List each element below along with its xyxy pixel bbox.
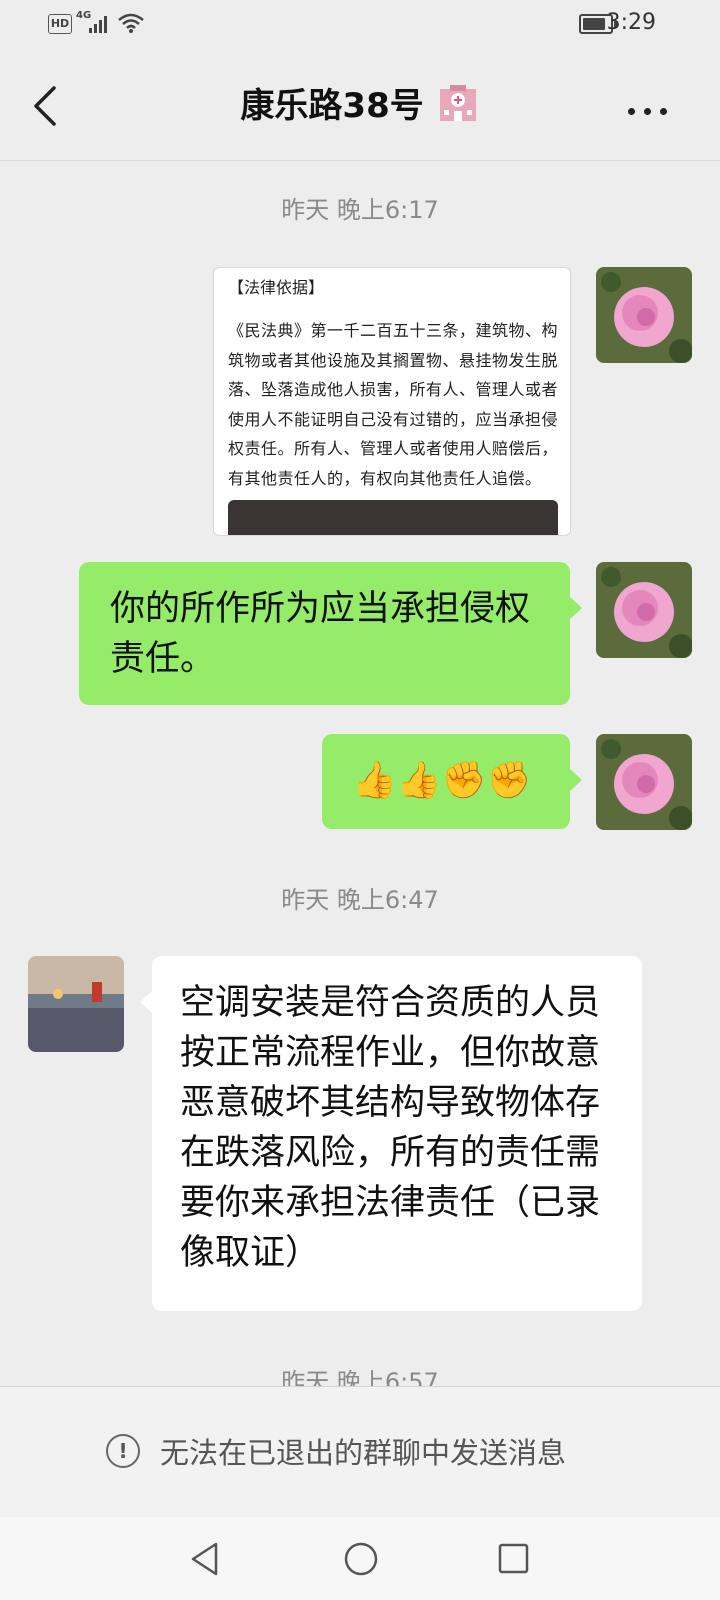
chat-title-text: 康乐路38号 [240,86,424,126]
header-divider [0,160,720,161]
rose-avatar-image [596,562,692,658]
rose-avatar-image [596,734,692,830]
doc-video-strip [228,500,558,535]
system-nav-bar [0,1517,720,1600]
avatar[interactable] [596,562,692,658]
timestamp: 昨天 晚上6:17 [281,196,439,224]
rose-avatar-image [596,267,692,363]
sent-message-bubble[interactable]: 你的所作所为应当承担侵权责任。 [79,562,582,705]
notice-text: 无法在已退出的群聊中发送消息 [160,1436,567,1470]
hotel-building-icon [439,85,476,121]
law-document-card[interactable]: 【法律依据】 《民法典》第一千二百五十三条，建筑物、构筑物或者其他设施及其搁置物… [213,267,571,536]
avatar[interactable] [596,734,692,830]
sent-message-bubble[interactable]: 👍👍✊✊ [322,734,582,829]
info-circle-icon: ! [106,1434,140,1468]
timestamp: 昨天 晚上6:47 [281,886,439,914]
message-text: 你的所作所为应当承担侵权责任。 [110,589,531,679]
doc-body: 《民法典》第一千二百五十三条，建筑物、构筑物或者其他设施及其搁置物、悬挂物发生脱… [228,321,559,488]
sunset-avatar-image [28,956,124,1052]
wifi-icon [118,13,144,33]
avatar[interactable] [28,956,124,1052]
hd-badge: HD [48,14,72,34]
more-dots-icon[interactable] [628,100,676,119]
received-message-bubble[interactable]: 空调安装是符合资质的人员按正常流程作业，但你故意恶意破坏其结构导致物体存在跌落风… [140,956,642,1311]
signal-icon [89,16,107,33]
avatar[interactable] [596,267,692,363]
emoji-text: 👍👍✊✊ [352,760,532,801]
nav-back-icon[interactable] [188,1541,222,1577]
nav-recents-icon[interactable] [497,1542,531,1576]
nav-home-icon[interactable] [343,1541,379,1577]
status-bar: HD 4G 3:29 [0,0,720,48]
doc-heading: 【法律依据】 [228,278,325,297]
message-text: 空调安装是符合资质的人员按正常流程作业，但你故意恶意破坏其结构导致物体存在跌落风… [180,983,601,1273]
clock: 3:29 [606,10,656,35]
chat-title: 康乐路38号 [0,78,720,127]
